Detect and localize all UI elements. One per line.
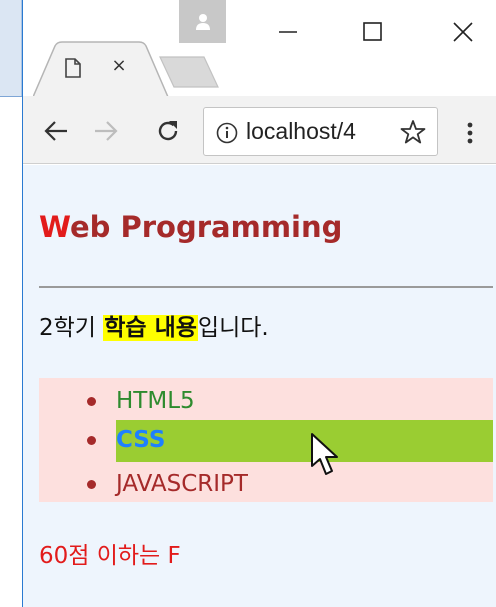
close-icon xyxy=(453,22,473,42)
title-bar: × xyxy=(23,0,496,98)
list-item-label: HTML5 xyxy=(116,388,195,414)
list-item-label: JAVASCRIPT xyxy=(116,471,248,497)
star-icon[interactable] xyxy=(400,119,426,149)
back-arrow-icon xyxy=(44,121,67,141)
minimize-button[interactable] xyxy=(268,12,308,52)
paragraph-before: 2학기 xyxy=(39,315,104,341)
bullet xyxy=(87,397,96,406)
browser-window: × localhost/4 Web Programming 2학기 학습 내용입… xyxy=(22,0,496,607)
heading-first-letter: W xyxy=(39,210,70,244)
hover-highlight xyxy=(116,420,493,462)
url-text[interactable]: localhost/4 xyxy=(246,117,396,145)
close-window-button[interactable] xyxy=(443,12,483,52)
minimize-icon xyxy=(279,31,297,33)
new-tab-button[interactable] xyxy=(158,55,220,93)
maximize-button[interactable] xyxy=(353,12,393,52)
tab-close-icon[interactable]: × xyxy=(109,54,129,78)
topic-list: HTML5 CSS JAVASCRIPT xyxy=(39,378,493,502)
desktop-background xyxy=(0,0,22,96)
page-content: Web Programming 2학기 학습 내용입니다. HTML5 CSS … xyxy=(23,165,496,607)
bullet xyxy=(87,480,96,489)
menu-button[interactable] xyxy=(460,118,480,148)
profile-avatar[interactable] xyxy=(179,0,226,43)
intro-paragraph: 2학기 학습 내용입니다. xyxy=(39,308,269,348)
heading-rest: eb Programming xyxy=(69,210,343,244)
horizontal-rule xyxy=(39,286,493,288)
browser-tab[interactable]: × xyxy=(33,40,169,98)
grade-note: 60점 이하는 F xyxy=(39,543,181,569)
info-icon[interactable] xyxy=(216,122,238,148)
address-bar[interactable]: localhost/4 xyxy=(203,107,438,156)
reload-icon xyxy=(158,121,178,141)
list-item-label: CSS xyxy=(116,427,166,453)
menu-dots-icon xyxy=(467,122,473,144)
paragraph-highlight: 학습 내용 xyxy=(103,315,198,341)
list-item-html5[interactable]: HTML5 xyxy=(39,381,493,421)
list-item-javascript[interactable]: JAVASCRIPT xyxy=(39,464,493,504)
person-icon xyxy=(195,13,210,30)
desktop-divider xyxy=(0,96,22,97)
page-heading: Web Programming xyxy=(39,210,342,244)
browser-toolbar: localhost/4 xyxy=(23,96,496,164)
maximize-icon xyxy=(363,22,382,41)
bullet xyxy=(87,436,96,445)
list-item-css[interactable]: CSS xyxy=(39,420,493,462)
forward-arrow-icon xyxy=(95,121,118,141)
reload-button[interactable] xyxy=(153,116,183,146)
paragraph-after: 입니다. xyxy=(197,315,269,341)
mouse-pointer-icon xyxy=(309,432,343,486)
back-button[interactable] xyxy=(41,116,71,146)
forward-button[interactable] xyxy=(91,116,121,146)
